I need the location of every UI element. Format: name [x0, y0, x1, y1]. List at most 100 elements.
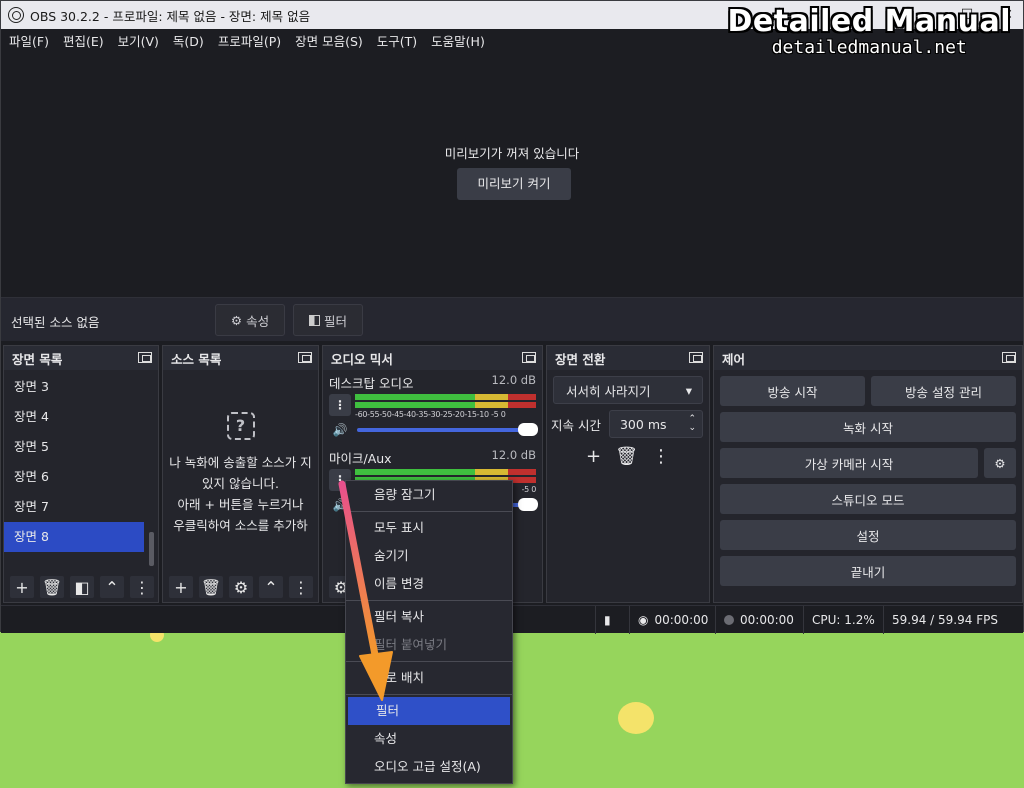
source-toolbar: 선택된 소스 없음 ⚙ 속성 필터 — [1, 297, 1023, 341]
record-icon — [724, 615, 734, 625]
transitions-title: 장면 전환 — [555, 351, 606, 367]
menu-separator — [346, 600, 512, 601]
preview-area: 미리보기가 꺼져 있습니다 미리보기 켜기 — [1, 51, 1023, 297]
menu-item-rename[interactable]: 이름 변경 — [346, 570, 512, 598]
add-source-icon[interactable]: + — [169, 576, 193, 598]
mixer-header: 오디오 믹서 — [323, 346, 542, 370]
record-time: 00:00:00 — [740, 613, 794, 627]
duration-spinbox[interactable]: 300 ms ⌃ ⌄ — [608, 410, 703, 438]
menu-item-filters[interactable]: 필터 — [348, 697, 510, 725]
scene-scrollbar[interactable] — [149, 532, 154, 566]
enable-preview-button[interactable]: 미리보기 켜기 — [457, 168, 571, 200]
more-options-icon[interactable]: ⋮ — [130, 576, 154, 598]
properties-button[interactable]: ⚙ 속성 — [215, 304, 285, 336]
transitions-header: 장면 전환 — [547, 346, 709, 370]
slider-knob[interactable] — [518, 498, 538, 511]
undock-icon[interactable] — [138, 352, 152, 363]
menu-item-properties[interactable]: 속성 — [346, 725, 512, 753]
question-icon: ? — [226, 412, 255, 440]
menu-item-copy-filters[interactable]: 필터 복사 — [346, 603, 512, 631]
scene-item[interactable]: 장면 3 — [4, 372, 158, 402]
spin-arrows-icon[interactable]: ⌃ ⌄ — [688, 415, 696, 433]
no-source-label: 선택된 소스 없음 — [11, 315, 100, 330]
virtual-camera-settings-button[interactable]: ⚙ — [984, 448, 1016, 478]
network-icon: ▮ — [595, 606, 627, 634]
gear-icon: ⚙ — [994, 455, 1006, 471]
menu-docks[interactable]: 독(D) — [173, 31, 204, 50]
scenes-toolbar: + 🗑 ◧ ⌃ ⋮ — [4, 572, 158, 602]
sources-title: 소스 목록 — [171, 351, 222, 367]
scene-item[interactable]: 장면 4 — [4, 402, 158, 432]
duration-row: 지속 시간 300 ms ⌃ ⌄ — [551, 410, 703, 438]
menu-scene-collection[interactable]: 장면 모음(S) — [295, 31, 363, 50]
undock-icon[interactable] — [689, 352, 703, 363]
scenes-header: 장면 목록 — [4, 346, 158, 370]
filters-button[interactable]: 필터 — [293, 304, 363, 336]
menu-item-show-all[interactable]: 모두 표시 — [346, 514, 512, 542]
menu-edit[interactable]: 편집(E) — [63, 31, 104, 50]
transition-select[interactable]: 서서히 사라지기 ▾ — [553, 376, 703, 404]
transitions-dock: 장면 전환 서서히 사라지기 ▾ 지속 시간 300 ms ⌃ ⌄ + 🗑 ⋮ — [546, 345, 710, 603]
sources-dock: 소스 목록 ? 나 녹화에 송출할 소스가 지 있지 않습니다. 아래 + 버튼… — [162, 345, 319, 603]
controls-title: 제어 — [722, 351, 746, 367]
stream-settings-button[interactable]: 방송 설정 관리 — [871, 376, 1016, 406]
scene-filters-icon[interactable]: ◧ — [70, 576, 94, 598]
window-title: OBS 30.2.2 - 프로파일: 제목 없음 - 장면: 제목 없음 — [30, 8, 311, 24]
speaker-icon[interactable]: 🔊 — [329, 423, 351, 437]
duration-value: 300 ms — [619, 416, 667, 432]
menu-item-lock-volume[interactable]: 음량 잠그기 — [346, 481, 512, 509]
settings-button[interactable]: 설정 — [720, 520, 1016, 550]
remove-source-icon[interactable]: 🗑 — [199, 576, 223, 598]
menu-item-vertical-layout[interactable]: 세로 배치 — [346, 664, 512, 692]
decorative-blob — [618, 702, 654, 734]
start-recording-button[interactable]: 녹화 시작 — [720, 412, 1016, 442]
menu-separator — [346, 661, 512, 662]
undock-icon[interactable] — [298, 352, 312, 363]
scene-item[interactable]: 장면 5 — [4, 432, 158, 462]
preview-disabled-message: 미리보기가 꺼져 있습니다 — [444, 146, 580, 161]
properties-label: 속성 — [246, 313, 270, 329]
empty-line: 우클릭하여 소스를 추가하 — [173, 518, 308, 533]
volume-slider[interactable] — [357, 423, 538, 436]
menu-item-paste-filters: 필터 붙여넣기 — [374, 637, 447, 652]
context-menu: 음량 잠그기 모두 표시 숨기기 이름 변경 필터 복사 필터 붙여넣기 세로 … — [345, 480, 513, 784]
filters-label: 필터 — [323, 313, 347, 329]
undock-icon[interactable] — [1002, 352, 1016, 363]
exit-button[interactable]: 끝내기 — [720, 556, 1016, 586]
start-streaming-button[interactable]: 방송 시작 — [720, 376, 865, 406]
move-up-icon[interactable]: ⌃ — [259, 576, 283, 598]
meter-scale: -60-55-50-45-40-35-30-25-20-15-10 -5 0 — [355, 410, 506, 419]
remove-scene-icon[interactable]: 🗑 — [40, 576, 64, 598]
source-properties-icon[interactable]: ⚙ — [229, 576, 253, 598]
scene-item-selected[interactable]: 장면 8 — [4, 522, 144, 552]
scene-list: 장면 3 장면 4 장면 5 장면 6 장면 7 장면 8 — [4, 370, 158, 552]
empty-line: 아래 + 버튼을 누르거나 — [177, 497, 304, 512]
start-virtual-camera-button[interactable]: 가상 카메라 시작 — [720, 448, 978, 478]
remove-transition-icon[interactable]: 🗑 — [615, 446, 638, 467]
more-options-icon[interactable]: ⋮ — [289, 576, 313, 598]
scene-item[interactable]: 장면 7 — [4, 492, 158, 522]
slider-knob[interactable] — [518, 423, 538, 436]
more-options-icon[interactable]: ⋮ — [652, 446, 670, 467]
scenes-title: 장면 목록 — [12, 351, 63, 367]
gear-icon: ⚙ — [230, 312, 243, 328]
menu-help[interactable]: 도움말(H) — [431, 31, 485, 50]
undock-icon[interactable] — [522, 352, 536, 363]
menu-profile[interactable]: 프로파일(P) — [218, 31, 281, 50]
move-up-icon[interactable]: ⌃ — [100, 576, 124, 598]
controls-dock: 제어 방송 시작 방송 설정 관리 녹화 시작 가상 카메라 시작 ⚙ 스튜디오… — [713, 345, 1023, 603]
add-scene-icon[interactable]: + — [10, 576, 34, 598]
channel-name: 데스크탑 오디오 — [329, 376, 414, 391]
studio-mode-button[interactable]: 스튜디오 모드 — [720, 484, 1016, 514]
scene-item[interactable]: 장면 6 — [4, 462, 158, 492]
channel-db: 12.0 dB — [491, 373, 536, 387]
menu-view[interactable]: 보기(V) — [118, 31, 159, 50]
menu-file[interactable]: 파일(F) — [9, 31, 49, 50]
menu-tools[interactable]: 도구(T) — [377, 31, 417, 50]
add-transition-icon[interactable]: + — [586, 446, 601, 467]
menu-separator — [346, 511, 512, 512]
menu-item-advanced-audio[interactable]: 오디오 고급 설정(A) — [346, 753, 512, 781]
menu-item-hide[interactable]: 숨기기 — [346, 542, 512, 570]
duration-label: 지속 시간 — [551, 417, 601, 433]
channel-menu-button[interactable]: ⋮ — [329, 394, 351, 416]
